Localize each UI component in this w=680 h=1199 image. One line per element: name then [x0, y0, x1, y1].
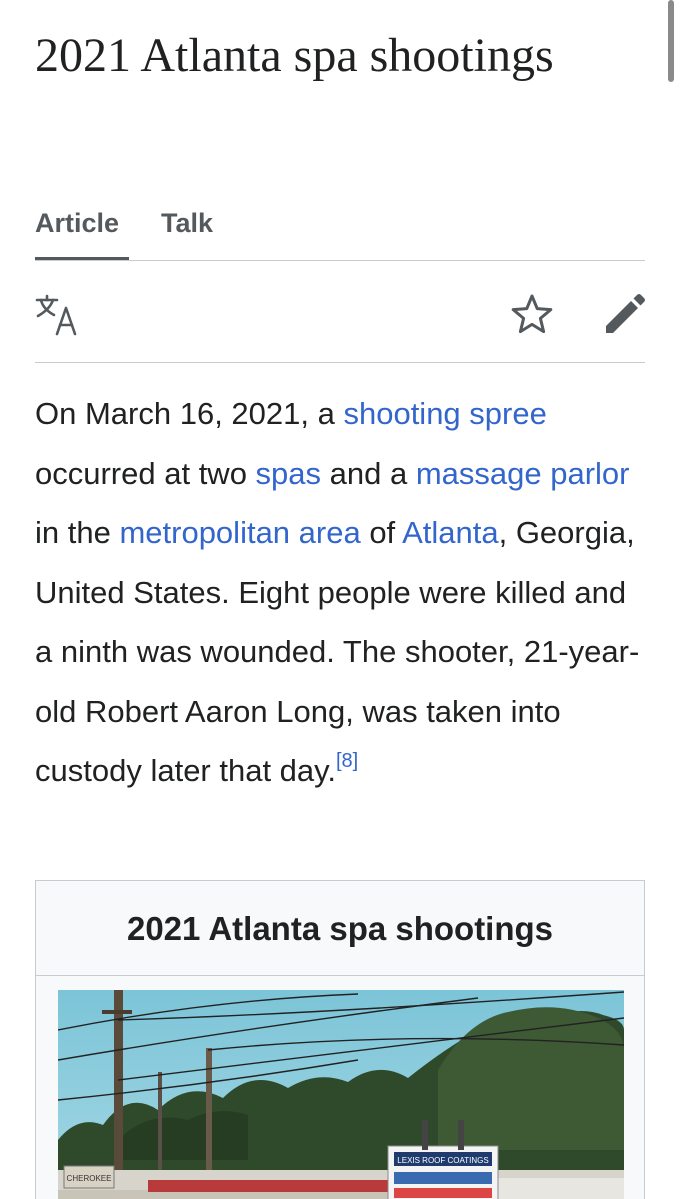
link-atlanta[interactable]: Atlanta: [402, 515, 499, 550]
reference-8[interactable]: [8]: [336, 750, 358, 772]
scrollbar[interactable]: [668, 0, 674, 82]
lead-paragraph: On March 16, 2021, a shooting spree occu…: [35, 396, 640, 788]
page-tabs: Article Talk: [35, 200, 645, 261]
star-icon[interactable]: [509, 292, 555, 338]
edit-icon[interactable]: [601, 292, 647, 338]
link-metropolitan-area[interactable]: metropolitan area: [119, 515, 360, 550]
infobox-photo[interactable]: LEXIS ROOF COATINGS CHEROKEE: [58, 990, 624, 1199]
page-actions-toolbar: [35, 262, 645, 363]
page-title: 2021 Atlanta spa shootings: [35, 29, 554, 82]
tab-article[interactable]: Article: [35, 206, 129, 260]
sign-text-top: LEXIS ROOF COATINGS: [397, 1156, 488, 1165]
translate-icon[interactable]: [35, 294, 81, 340]
link-shooting-spree[interactable]: shooting spree: [343, 396, 546, 431]
infobox: 2021 Atlanta spa shootings LEXIS ROOF CO…: [35, 880, 645, 1199]
tab-talk[interactable]: Talk: [161, 206, 213, 258]
sign-text-left: CHEROKEE: [67, 1174, 112, 1183]
link-massage-parlor[interactable]: massage parlor: [416, 456, 630, 491]
infobox-title: 2021 Atlanta spa shootings: [36, 881, 644, 976]
link-spas[interactable]: spas: [256, 456, 321, 491]
